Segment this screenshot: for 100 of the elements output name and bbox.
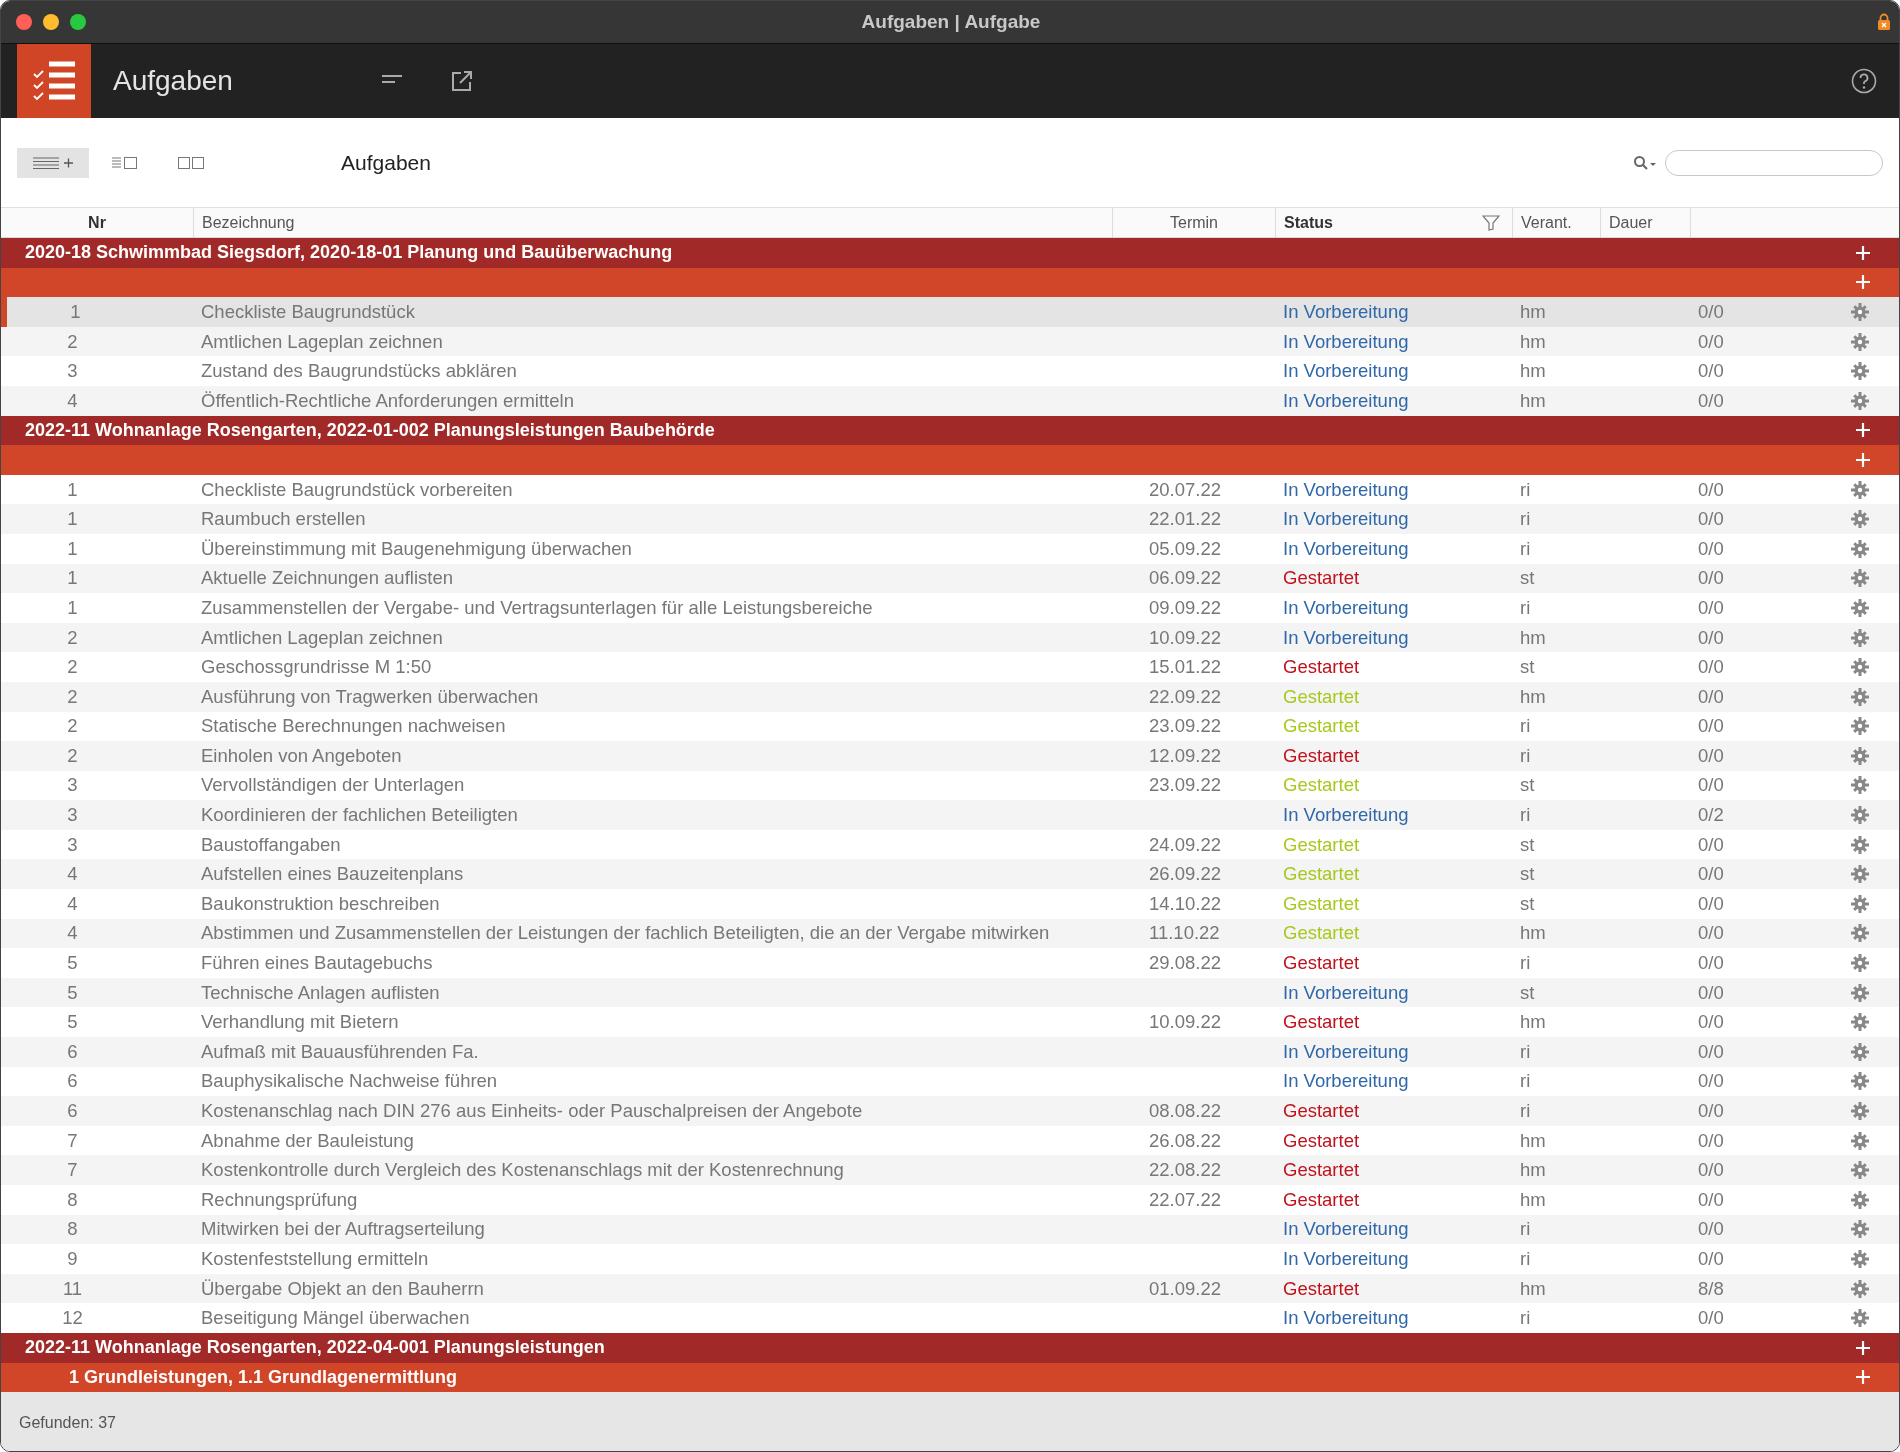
table-cell-text: Raumbuch erstellen xyxy=(200,508,367,531)
table-row[interactable]: 3 Koordinieren der fachlichen Beteiligten In Vorbereitung ri 0/2 xyxy=(1,800,1899,830)
gear-icon[interactable] xyxy=(1851,362,1869,381)
gear-icon[interactable] xyxy=(1851,569,1869,588)
gear-icon[interactable] xyxy=(1851,480,1869,499)
table-row[interactable]: 11 Übergabe Objekt an den Bauherrn 01.09.22 Gestartet hm 8/8 xyxy=(1,1273,1899,1304)
table-cell-text: 29.08.22 xyxy=(1148,952,1222,975)
gear-icon[interactable] xyxy=(1851,1190,1869,1209)
gear-icon[interactable] xyxy=(1851,835,1869,854)
gear-icon[interactable] xyxy=(1851,1013,1869,1032)
table-row[interactable]: 1 Checkliste Baugrundstück In Vorbereitung hm 0/0 xyxy=(1,297,1899,327)
group-title: 2020-18 Schwimmbad Siegsdorf, 2020-18-01 Planung und Bauüberwachung xyxy=(25,242,673,264)
add-icon[interactable] xyxy=(1855,451,1871,468)
gear-icon[interactable] xyxy=(1851,628,1869,647)
search-icon[interactable] xyxy=(1633,154,1657,171)
gear-icon[interactable] xyxy=(1851,1220,1869,1239)
add-icon[interactable] xyxy=(1855,1369,1871,1386)
task-list-icon[interactable] xyxy=(17,44,91,118)
table-cell-text: 06.09.22 xyxy=(1148,567,1222,590)
table-row[interactable]: 1 Raumbuch erstellen 22.01.22 In Vorbereitung ri 0/0 xyxy=(1,504,1899,534)
minimize-button[interactable] xyxy=(43,14,59,30)
gear-icon[interactable] xyxy=(1851,658,1869,677)
add-icon[interactable] xyxy=(1855,422,1871,439)
gear-icon[interactable] xyxy=(1851,687,1869,706)
group-title: 2022-11 Wohnanlage Rosengarten, 2022-04-001 Planungsleistungen xyxy=(25,1337,605,1359)
lock-icon[interactable] xyxy=(1877,13,1891,31)
gear-icon[interactable] xyxy=(1851,806,1869,825)
add-icon[interactable] xyxy=(1855,1339,1871,1356)
gear-icon[interactable] xyxy=(1851,894,1869,913)
column-header[interactable]: Termin xyxy=(1113,208,1276,237)
status-text: Gestartet xyxy=(1282,1129,1361,1152)
table-row[interactable]: 4 Öffentlich-Rechtliche Anforderungen ermitteln In Vorbereitung hm 0/0 xyxy=(1,385,1899,416)
zoom-button[interactable] xyxy=(70,14,86,30)
external-link-icon[interactable] xyxy=(451,70,473,92)
gear-icon[interactable] xyxy=(1851,1131,1869,1150)
table-cell-text: 22.07.22 xyxy=(1148,1188,1222,1211)
close-button[interactable] xyxy=(16,14,32,30)
add-list-button[interactable] xyxy=(17,147,89,178)
table-cell-text: 2 xyxy=(66,330,79,353)
table-row[interactable]: 7 Kostenkontrolle durch Vergleich des Kostenanschlags mit der Kostenrechnung 22.08.22 Gestartet hm 0/0 xyxy=(1,1155,1899,1185)
table-row[interactable]: 4 Abstimmen und Zusammenstellen der Leistungen der fachlich Beteiligten, die an der Vergabe mitwirken 11.10.22 Gestartet hm 0/0 xyxy=(1,918,1899,949)
column-header[interactable]: Nr xyxy=(1,208,194,237)
column-header[interactable]: Dauer xyxy=(1601,208,1691,237)
table-cell-text: hm xyxy=(1519,360,1547,383)
gear-icon[interactable] xyxy=(1851,1250,1869,1268)
table-row[interactable]: 2 Amtlichen Lageplan zeichnen In Vorbereitung hm 0/0 xyxy=(1,326,1899,357)
column-header[interactable]: Bezeichnung xyxy=(194,208,1113,237)
gear-icon[interactable] xyxy=(1851,391,1869,410)
table-cell-text: 7 xyxy=(66,1159,79,1182)
status-text: Gestartet xyxy=(1282,744,1361,767)
gear-icon[interactable] xyxy=(1851,1102,1869,1120)
gear-icon[interactable] xyxy=(1851,332,1869,351)
table-cell-text: 12.09.22 xyxy=(1148,744,1222,767)
table-row[interactable]: 4 Aufstellen eines Bauzeitenplans 26.09.22 Gestartet st 0/0 xyxy=(1,859,1899,890)
gear-icon[interactable] xyxy=(1851,1042,1869,1061)
table-row[interactable]: 2 Amtlichen Lageplan zeichnen 10.09.22 In Vorbereitung hm 0/0 xyxy=(1,622,1899,653)
status-text: In Vorbereitung xyxy=(1282,301,1410,323)
gear-icon[interactable] xyxy=(1851,510,1869,529)
gear-icon[interactable] xyxy=(1851,954,1869,973)
table-row[interactable]: 6 Kostenanschlag nach DIN 276 aus Einheits- oder Pauschalpreisen der Angebote 08.08.22 Gestartet ri 0/0 xyxy=(1,1096,1899,1126)
table-cell-text: Führen eines Bautagebuchs xyxy=(200,952,434,975)
gear-icon[interactable] xyxy=(1851,303,1869,321)
table-cell-text: Zusammenstellen der Vergabe- und Vertragsunterlagen für alle Leistungsbereiche xyxy=(200,596,874,619)
gear-icon[interactable] xyxy=(1851,1161,1869,1180)
column-header[interactable]: Verant. xyxy=(1513,208,1601,237)
gear-icon[interactable] xyxy=(1851,598,1869,617)
gear-icon[interactable] xyxy=(1851,1279,1869,1298)
gear-icon[interactable] xyxy=(1851,1072,1869,1091)
table-cell-text: hm xyxy=(1519,1129,1547,1152)
add-icon[interactable] xyxy=(1855,244,1871,261)
table-cell-text: 5 xyxy=(66,981,79,1004)
gear-icon[interactable] xyxy=(1851,924,1869,943)
table-row[interactable]: 2 Einholen von Angeboten 12.09.22 Gestartet ri 0/0 xyxy=(1,741,1899,771)
add-icon[interactable] xyxy=(1855,274,1871,291)
table-cell-text: ri xyxy=(1519,952,1532,975)
table-row[interactable]: 1 Aktuelle Zeichnungen auflisten 06.09.22 Gestartet st 0/0 xyxy=(1,563,1899,594)
gear-icon[interactable] xyxy=(1851,983,1869,1002)
view-title: Aufgaben xyxy=(341,150,431,175)
list-add-icon[interactable] xyxy=(31,155,75,170)
gear-icon[interactable] xyxy=(1851,539,1869,558)
gear-icon[interactable] xyxy=(1851,865,1869,884)
table-row[interactable]: 2 Ausführung von Tragwerken überwachen 22.09.22 Gestartet hm 0/0 xyxy=(1,681,1899,712)
table-row[interactable]: 5 Technische Anlagen auflisten In Vorbereitung st 0/0 xyxy=(1,977,1899,1008)
list-detail-icon[interactable] xyxy=(111,155,139,170)
table-cell-text: hm xyxy=(1519,922,1547,945)
gear-icon[interactable] xyxy=(1851,1309,1869,1328)
gear-icon[interactable] xyxy=(1851,776,1869,795)
table-cell-text: 0/0 xyxy=(1697,1129,1725,1152)
table-row[interactable]: 6 Aufmaß mit Bauausführenden Fa. In Vorbereitung ri 0/0 xyxy=(1,1037,1899,1067)
window-title: Aufgaben | Aufgabe xyxy=(860,11,1042,33)
status-text: Gestartet xyxy=(1282,715,1361,738)
table-cell-text: Abstimmen und Zusammenstellen der Leistungen der fachlich Beteiligten, die an der Vergabe mitwirken xyxy=(200,922,1051,945)
gear-icon[interactable] xyxy=(1851,717,1869,736)
help-icon[interactable] xyxy=(1851,68,1877,94)
column-header[interactable]: Status xyxy=(1276,208,1513,237)
table-row[interactable]: 8 Mitwirken bei der Auftragserteilung In Vorbereitung ri 0/0 xyxy=(1,1214,1899,1245)
gear-icon[interactable] xyxy=(1851,746,1869,765)
filter-icon[interactable] xyxy=(1482,214,1500,231)
search-field[interactable] xyxy=(1665,149,1883,176)
two-panes-icon[interactable] xyxy=(177,155,205,170)
